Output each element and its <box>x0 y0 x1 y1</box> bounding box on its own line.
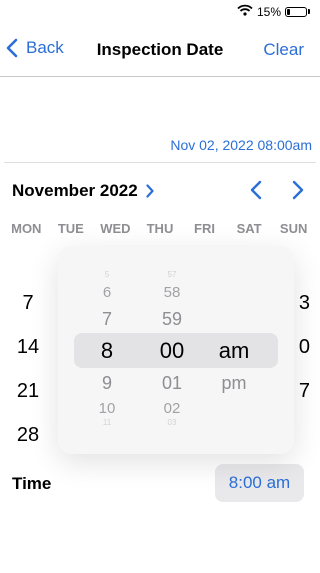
month-selector[interactable]: November 2022 <box>12 181 154 201</box>
navigation-bar: Back Inspection Date Clear <box>0 24 320 77</box>
minute-option[interactable]: 58 <box>142 284 202 301</box>
month-label: November 2022 <box>12 181 138 200</box>
month-navigation <box>250 180 304 200</box>
chevron-left-icon <box>6 38 18 58</box>
divider <box>4 162 316 163</box>
weekday-label: SUN <box>279 221 308 236</box>
minute-option[interactable]: 01 <box>142 373 202 394</box>
hour-option[interactable]: 6 <box>77 284 137 301</box>
weekday-label: WED <box>100 221 131 236</box>
back-button[interactable]: Back <box>6 38 64 58</box>
minute-option[interactable]: 03 <box>142 418 202 427</box>
battery-icon <box>285 6 307 17</box>
next-month-button[interactable] <box>292 180 304 200</box>
status-bar: 15% <box>0 0 320 24</box>
hour-wheel[interactable]: 5 6 7 8 9 10 11 <box>77 246 137 454</box>
time-picker-popover: 5 6 7 8 9 10 11 57 58 59 00 01 02 03 am … <box>58 246 294 454</box>
ampm-selected[interactable]: am <box>204 338 264 364</box>
calendar-day[interactable]: 28 <box>6 424 50 447</box>
clear-button[interactable]: Clear <box>263 40 304 60</box>
ampm-option[interactable]: pm <box>204 373 264 394</box>
hour-option[interactable]: 11 <box>77 418 137 427</box>
status-indicators: 15% <box>237 4 310 19</box>
previous-month-button[interactable] <box>250 180 262 200</box>
hour-selected[interactable]: 8 <box>77 338 137 364</box>
weekday-label: FRI <box>194 221 215 236</box>
weekday-label: SAT <box>236 221 262 236</box>
time-label: Time <box>12 474 52 493</box>
weekday-label: MON <box>11 221 42 236</box>
minute-wheel[interactable]: 57 58 59 00 01 02 03 <box>142 246 202 454</box>
minute-option[interactable]: 57 <box>142 270 202 279</box>
calendar-day[interactable]: 21 <box>6 380 50 403</box>
chevron-right-icon <box>292 180 304 200</box>
weekday-label: THU <box>146 221 174 236</box>
chevron-left-icon <box>250 180 262 200</box>
minute-option[interactable]: 02 <box>142 400 202 417</box>
time-button[interactable]: 8:00 am <box>215 464 304 502</box>
ampm-wheel[interactable]: am pm <box>204 246 264 454</box>
hour-option[interactable]: 10 <box>77 400 137 417</box>
calendar-day[interactable]: 14 <box>6 336 50 359</box>
weekday-label: TUE <box>57 221 84 236</box>
selected-datetime[interactable]: Nov 02, 2022 08:00am <box>170 137 312 153</box>
wifi-icon <box>237 4 253 19</box>
chevron-right-icon <box>146 184 154 198</box>
weekday-header: MON TUE WED THU FRI SAT SUN <box>0 221 320 236</box>
hour-option[interactable]: 9 <box>77 373 137 394</box>
back-label: Back <box>26 38 64 57</box>
battery-percent: 15% <box>256 4 281 19</box>
battery-cap <box>308 9 310 14</box>
hour-option[interactable]: 7 <box>77 309 137 330</box>
hour-option[interactable]: 5 <box>77 270 137 279</box>
minute-option[interactable]: 59 <box>142 309 202 330</box>
calendar-day[interactable]: 7 <box>6 292 50 315</box>
minute-selected[interactable]: 00 <box>142 338 202 364</box>
